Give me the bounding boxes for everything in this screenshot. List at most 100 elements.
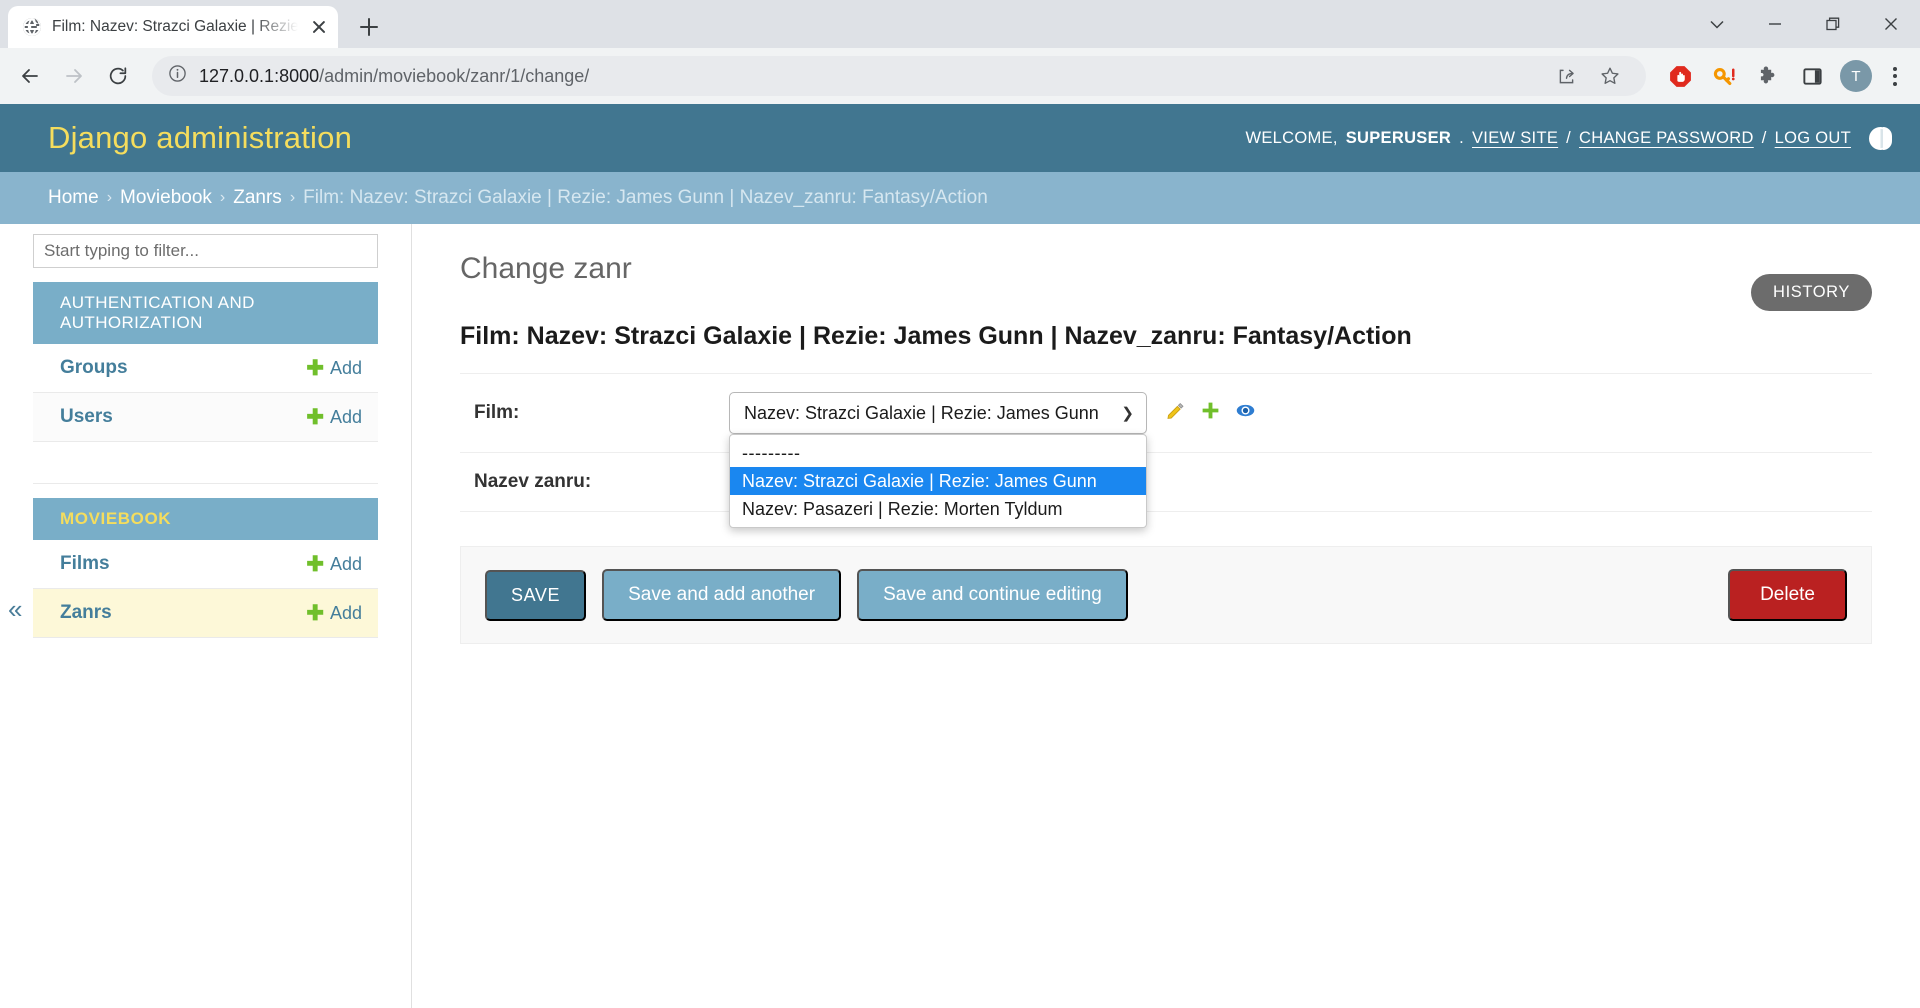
form-row-film: Film: Nazev: Strazci Galaxie | Rezie: Ja…: [460, 374, 1872, 528]
breadcrumb-current: Film: Nazev: Strazci Galaxie | Rezie: Ja…: [303, 187, 988, 208]
add-users-link[interactable]: ✚ Add: [306, 407, 362, 428]
sidebar-item-users[interactable]: Users ✚ Add: [33, 393, 378, 442]
history-button[interactable]: HISTORY: [1751, 274, 1872, 311]
add-films-link[interactable]: ✚ Add: [306, 554, 362, 575]
form-row-nazev-zanru: Nazev zanru:: [460, 453, 1872, 512]
chevron-down-icon: ❯: [1121, 405, 1134, 422]
sidebar-spacer: [33, 442, 378, 484]
globe-icon: [22, 17, 42, 37]
browser-tabstrip: Film: Nazev: Strazci Galaxie | Rezie: [0, 0, 1920, 48]
breadcrumb-separator: ›: [219, 189, 226, 206]
select-option[interactable]: Nazev: Pasazeri | Rezie: Morten Tyldum: [730, 495, 1146, 523]
theme-toggle-icon[interactable]: [1869, 126, 1892, 150]
share-icon[interactable]: [1546, 56, 1586, 96]
forward-icon: [54, 56, 94, 96]
sidebar-item-films[interactable]: Films ✚ Add: [33, 540, 378, 589]
film-select[interactable]: Nazev: Strazci Galaxie | Rezie: James Gu…: [729, 392, 1147, 434]
view-eye-icon[interactable]: [1235, 400, 1256, 426]
sidebar-item-zanrs[interactable]: Zanrs ✚ Add: [33, 589, 378, 638]
usertools-separator-1: /: [1566, 128, 1572, 147]
browser-toolbar: 127.0.0.1:8000/admin/moviebook/zanr/1/ch…: [0, 48, 1920, 104]
breadcrumb-separator: ›: [106, 189, 113, 206]
minimize-icon[interactable]: [1746, 0, 1804, 48]
breadcrumb-model[interactable]: Zanrs: [233, 187, 282, 209]
related-widget-actions: [1165, 400, 1256, 426]
new-tab-button[interactable]: [352, 10, 386, 44]
change-form: Film: Nazev: Strazci Galaxie | Rezie: Ja…: [460, 373, 1872, 528]
sidebar-collapse-toggle[interactable]: «: [8, 596, 22, 622]
edit-pencil-icon[interactable]: [1165, 400, 1186, 426]
username-label: SUPERUSER: [1345, 128, 1452, 147]
app-block-auth: AUTHENTICATION AND AUTHORIZATION Groups …: [0, 282, 411, 484]
site-branding[interactable]: Django administration: [48, 120, 352, 156]
select-option-selected[interactable]: Nazev: Strazci Galaxie | Rezie: James Gu…: [730, 467, 1146, 495]
usertools-separator-2: /: [1761, 128, 1767, 147]
object-title: Film: Nazev: Strazci Galaxie | Rezie: Ja…: [460, 322, 1412, 350]
address-bar[interactable]: 127.0.0.1:8000/admin/moviebook/zanr/1/ch…: [152, 56, 1646, 96]
submit-row: SAVE Save and add another Save and conti…: [460, 546, 1872, 644]
browser-tab[interactable]: Film: Nazev: Strazci Galaxie | Rezie: [8, 6, 338, 48]
site-info-icon[interactable]: [168, 64, 187, 88]
welcome-period: .: [1459, 128, 1464, 147]
field-film: Nazev: Strazci Galaxie | Rezie: James Gu…: [729, 392, 1256, 528]
view-site-link[interactable]: VIEW SITE: [1472, 129, 1558, 148]
save-button[interactable]: SAVE: [485, 569, 587, 621]
page-title: Change zanr: [460, 252, 632, 285]
address-bar-url: 127.0.0.1:8000/admin/moviebook/zanr/1/ch…: [199, 66, 589, 87]
main-content: Change zanr HISTORY Film: Nazev: Strazci…: [412, 224, 1920, 1008]
django-header: Django administration WELCOME, SUPERUSER…: [0, 104, 1920, 172]
app-title-moviebook[interactable]: MOVIEBOOK: [33, 498, 378, 540]
profile-avatar[interactable]: T: [1836, 56, 1876, 96]
field-label-nazev-zanru: Nazev zanru:: [474, 471, 592, 492]
window-controls: [1688, 0, 1920, 48]
save-and-continue-button[interactable]: Save and continue editing: [857, 569, 1128, 621]
save-and-add-another-button[interactable]: Save and add another: [602, 569, 842, 621]
close-tab-icon[interactable]: [308, 16, 330, 38]
log-out-link[interactable]: LOG OUT: [1775, 129, 1851, 148]
close-icon[interactable]: [1862, 0, 1920, 48]
breadcrumb-home[interactable]: Home: [48, 187, 99, 209]
film-select-value: Nazev: Strazci Galaxie | Rezie: James Gu…: [744, 402, 1099, 423]
browser-window: Film: Nazev: Strazci Galaxie | Rezie 127…: [0, 0, 1920, 1008]
page-body: AUTHENTICATION AND AUTHORIZATION Groups …: [0, 224, 1920, 1008]
extensions-puzzle-icon[interactable]: [1748, 56, 1788, 96]
omnibox-actions: [1546, 56, 1630, 96]
user-tools: WELCOME, SUPERUSER. VIEW SITE / CHANGE P…: [1245, 126, 1892, 150]
plus-icon: ✚: [306, 601, 324, 625]
plus-icon: ✚: [306, 356, 324, 380]
delete-button[interactable]: Delete: [1728, 569, 1847, 621]
sidebar-filter-input[interactable]: [44, 241, 367, 261]
select-option[interactable]: ---------: [730, 439, 1146, 467]
app-title-auth[interactable]: AUTHENTICATION AND AUTHORIZATION: [33, 282, 378, 344]
change-password-link[interactable]: CHANGE PASSWORD: [1579, 129, 1754, 148]
reload-icon[interactable]: [98, 56, 138, 96]
menu-kebab-icon[interactable]: [1880, 56, 1910, 96]
add-plus-icon[interactable]: [1200, 400, 1221, 426]
admin-sidebar: AUTHENTICATION AND AUTHORIZATION Groups …: [0, 224, 412, 1008]
sidebar-item-label[interactable]: Users: [60, 406, 113, 428]
add-label: Add: [329, 553, 362, 574]
url-path: /admin/moviebook/zanr/1/change/: [319, 65, 590, 86]
sidebar-item-label[interactable]: Groups: [60, 357, 128, 379]
add-zanrs-link[interactable]: ✚ Add: [306, 603, 362, 624]
plus-icon: ✚: [306, 552, 324, 576]
url-host: 127.0.0.1:8000: [199, 65, 320, 86]
tab-search-icon[interactable]: [1688, 0, 1746, 48]
browser-tab-title: Film: Nazev: Strazci Galaxie | Rezie: [52, 18, 298, 35]
film-select-dropdown[interactable]: --------- Nazev: Strazci Galaxie | Rezie…: [729, 434, 1147, 528]
add-label: Add: [329, 357, 362, 378]
adblock-icon[interactable]: [1660, 56, 1700, 96]
sidebar-filter[interactable]: [33, 234, 378, 268]
sidebar-item-groups[interactable]: Groups ✚ Add: [33, 344, 378, 393]
bookmark-star-icon[interactable]: [1590, 56, 1630, 96]
sidebar-item-label[interactable]: Zanrs: [60, 602, 112, 624]
maximize-icon[interactable]: [1804, 0, 1862, 48]
field-label-film: Film:: [474, 402, 520, 423]
breadcrumb: Home › Moviebook › Zanrs › Film: Nazev: …: [0, 172, 1920, 224]
sidebar-item-label[interactable]: Films: [60, 553, 110, 575]
back-icon[interactable]: [10, 56, 50, 96]
side-panel-icon[interactable]: [1792, 56, 1832, 96]
password-key-icon[interactable]: [1704, 56, 1744, 96]
add-groups-link[interactable]: ✚ Add: [306, 358, 362, 379]
breadcrumb-app[interactable]: Moviebook: [120, 187, 212, 209]
